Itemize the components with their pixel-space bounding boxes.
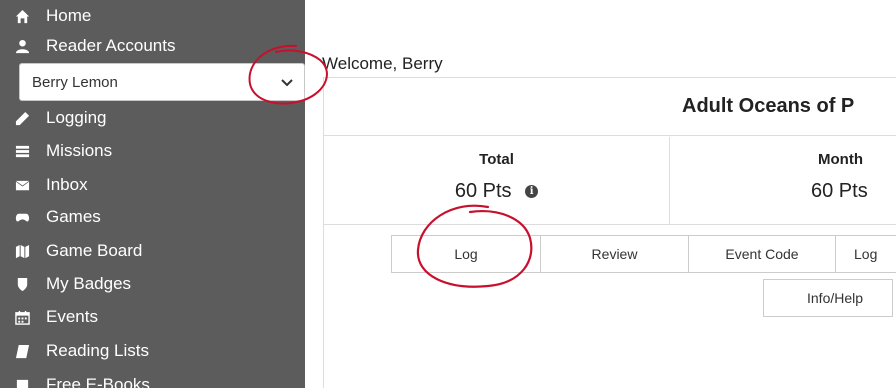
action-button-group: Log Review Event Code Log [391,235,896,273]
shield-icon [14,276,30,292]
sidebar-item-label: Game Board [46,241,143,260]
sidebar-item-reader-accounts[interactable]: Reader Accounts [0,31,305,61]
program-panel: Adult Oceans of P Total 60 Pts i Month 6… [323,77,896,388]
sidebar-item-label: Logging [46,108,107,127]
stat-total: Total 60 Pts i [324,137,670,225]
sidebar-item-label: Games [46,207,101,226]
welcome-text: Welcome, Berry [322,54,443,73]
book-icon [14,343,30,359]
sidebar-item-logging[interactable]: Logging [0,103,305,133]
sidebar-item-games[interactable]: Games [0,202,305,232]
sidebar-item-events[interactable]: Events [0,302,305,332]
sidebar-item-free-e-books[interactable]: Free E-Books [0,370,305,388]
log-button[interactable]: Log [391,235,541,273]
stat-month: Month 60 Pts [671,137,896,225]
program-title: Adult Oceans of P [324,78,896,136]
stat-total-value-wrap: 60 Pts i [324,180,669,203]
envelope-icon [14,177,30,193]
sidebar-item-my-badges[interactable]: My Badges [0,269,305,299]
sidebar-item-label: Events [46,307,98,326]
map-icon [14,243,30,259]
ebook-icon [14,377,30,388]
sidebar-item-game-board[interactable]: Game Board [0,236,305,266]
event-code-button[interactable]: Event Code [688,235,836,273]
stat-month-label: Month [818,151,863,168]
log-more-button[interactable]: Log [835,235,896,273]
stat-month-value: 60 Pts [811,180,868,202]
chevron-down-icon [280,75,294,89]
sidebar-item-missions[interactable]: Missions [0,136,305,166]
page: Home Reader Accounts Berry Lemon Logging [0,0,896,388]
sidebar-item-home[interactable]: Home [0,1,305,31]
gamepad-icon [14,209,30,225]
sidebar-item-label: Inbox [46,175,88,194]
home-icon [14,8,30,24]
sidebar-item-label: Free E-Books [46,375,150,388]
sidebar-item-label: Reading Lists [46,341,150,360]
reader-account-select[interactable]: Berry Lemon [19,63,305,101]
stat-total-value: 60 Pts [454,180,512,202]
sidebar-item-label: My Badges [46,274,132,293]
user-icon [14,38,30,54]
sidebar-item-label: Home [46,6,92,25]
reader-account-value: Berry Lemon [32,73,118,91]
calendar-icon [14,309,30,325]
sidebar-item-label: Missions [46,141,113,160]
stats-row: Total 60 Pts i Month 60 Pts [324,137,896,225]
pencil-icon [14,110,30,126]
missions-icon [14,143,30,159]
review-button[interactable]: Review [540,235,689,273]
sidebar-item-inbox[interactable]: Inbox [0,170,305,200]
sidebar-item-label: Reader Accounts [46,36,176,55]
sidebar: Home Reader Accounts Berry Lemon Logging [0,0,305,388]
info-help-button[interactable]: Info/Help [763,279,893,317]
stat-total-label: Total [479,151,514,168]
sidebar-item-reading-lists[interactable]: Reading Lists [0,336,305,366]
info-icon[interactable]: i [525,185,539,199]
